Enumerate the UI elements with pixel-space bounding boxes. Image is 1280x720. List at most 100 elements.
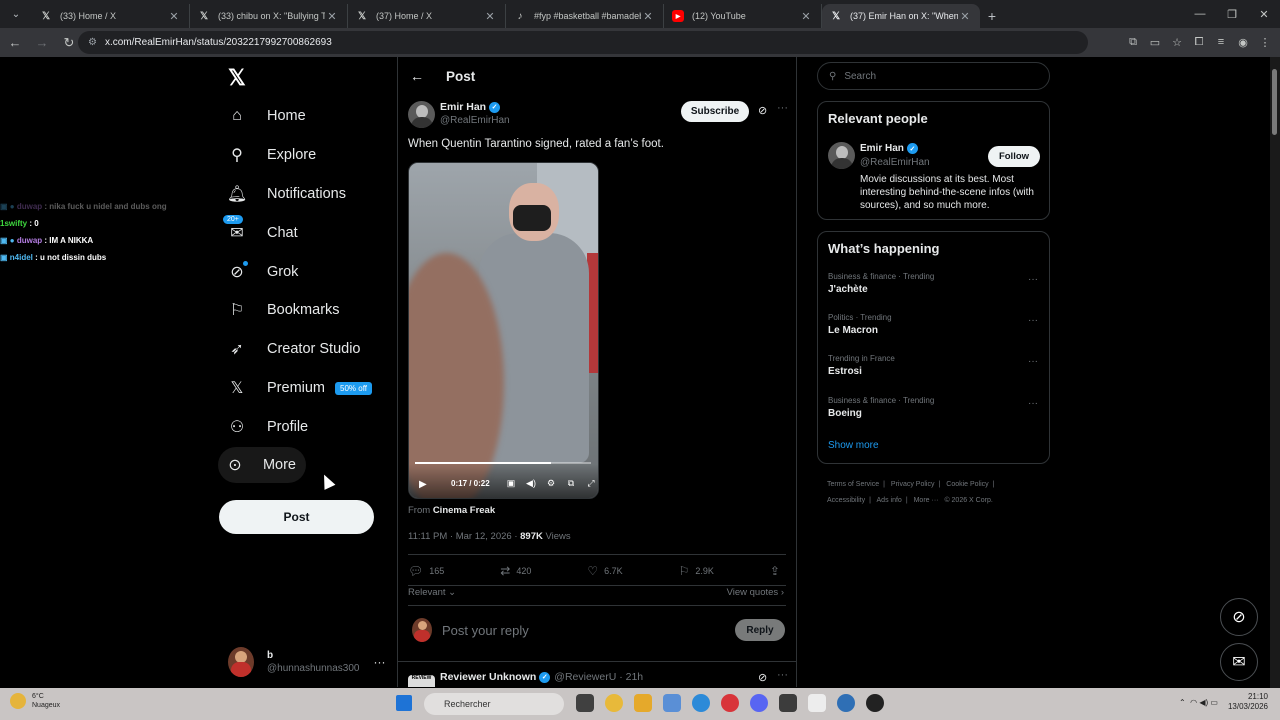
trend-item[interactable]: Trending in France Estrosi ··· — [828, 354, 1040, 377]
video-progress-bar[interactable] — [415, 462, 591, 464]
settings-icon[interactable]: ⚙ — [541, 478, 561, 489]
back-icon[interactable]: ← — [3, 31, 27, 55]
app-icon[interactable] — [866, 694, 884, 712]
grok-icon[interactable]: ⊘ — [758, 104, 767, 117]
new-tab-button[interactable]: + — [980, 4, 1004, 28]
app-icon[interactable] — [779, 694, 797, 712]
person-handle[interactable]: @RealEmirHan — [860, 157, 930, 168]
clock[interactable]: 21:10 13/03/2026 — [1228, 692, 1268, 712]
reply-author-avatar[interactable]: REVIEW — [408, 675, 435, 687]
restore-icon[interactable]: ❐ — [1216, 0, 1248, 28]
close-tab-icon[interactable]: ✕ — [325, 10, 339, 23]
more-options-icon[interactable]: ··· — [1028, 315, 1038, 326]
taskbar-search[interactable]: Rechercher — [424, 693, 564, 715]
task-view-icon[interactable] — [576, 694, 594, 712]
subscribe-button[interactable]: Subscribe — [681, 101, 749, 122]
person-name[interactable]: Emir Han ✓ — [860, 143, 918, 154]
reply-action[interactable]: 💬︎ 165 — [408, 563, 444, 579]
edge-icon[interactable] — [692, 694, 710, 712]
video-player[interactable]: ▶ 0:17 / 0:22 ▣ ◀) ⚙ ⧉ ⤢ — [408, 162, 599, 499]
share-action[interactable]: ⇪ — [770, 563, 786, 579]
scrollbar-thumb[interactable] — [1272, 69, 1277, 135]
more-options-icon[interactable]: ··· — [777, 669, 788, 681]
scrollbar[interactable] — [1270, 57, 1280, 688]
nav-profile[interactable]: ⚇ Profile — [218, 409, 318, 445]
app-icon[interactable] — [837, 694, 855, 712]
close-tab-icon[interactable]: ✕ — [483, 10, 497, 23]
translate-icon[interactable]: ⧉ — [1122, 30, 1144, 54]
site-info-icon[interactable]: ⚙ — [88, 37, 97, 48]
captions-icon[interactable]: ▣ — [501, 478, 521, 489]
tab-0[interactable]: 𝕏 (33) Home / X ✕ — [32, 4, 190, 28]
tab-4[interactable]: ▶ (12) YouTube ✕ — [664, 4, 822, 28]
ads-info-link[interactable]: Ads info — [877, 497, 902, 504]
nav-premium[interactable]: 𝕏 Premium 50% off — [218, 370, 382, 406]
cookie-link[interactable]: Cookie Policy — [946, 481, 988, 488]
grok-icon[interactable]: ⊘ — [758, 671, 767, 684]
nav-home[interactable]: ⌂ Home — [218, 98, 316, 134]
tab-1[interactable]: 𝕏 (33) chibu on X: "Bullying The B ✕ — [190, 4, 348, 28]
terms-link[interactable]: Terms of Service — [827, 481, 879, 488]
post-button[interactable]: Post — [219, 500, 374, 534]
more-link[interactable]: More ··· — [914, 497, 939, 504]
close-tab-icon[interactable]: ✕ — [799, 10, 813, 23]
address-bar[interactable]: ⚙ x.com/RealEmirHan/status/2032217992700… — [78, 31, 1088, 54]
profile-icon[interactable]: ◉ — [1232, 30, 1254, 54]
close-tab-icon[interactable]: ✕ — [958, 10, 972, 23]
privacy-link[interactable]: Privacy Policy — [891, 481, 935, 488]
account-switcher[interactable]: b @hunnashunnas300 ··· — [218, 642, 388, 682]
close-tab-icon[interactable]: ✕ — [641, 10, 655, 23]
nav-notifications[interactable]: 🔔︎ Notifications — [218, 176, 356, 212]
opera-icon[interactable] — [721, 694, 739, 712]
play-icon[interactable]: ▶ — [419, 479, 427, 490]
follow-button[interactable]: Follow — [988, 146, 1040, 167]
sort-dropdown[interactable]: Relevant ⌄ — [408, 587, 456, 598]
accessibility-link[interactable]: Accessibility — [827, 497, 865, 504]
tab-5[interactable]: 𝕏 (37) Emir Han on X: "When Qu ✕ — [822, 4, 980, 28]
reply-post[interactable]: REVIEW Reviewer Unknown ✓ @ReviewerU · 21h… — [408, 669, 788, 687]
x-logo-icon[interactable]: 𝕏 — [228, 65, 258, 90]
person-avatar[interactable] — [828, 142, 855, 169]
more-options-icon[interactable]: ··· — [1028, 356, 1038, 367]
more-options-icon[interactable]: ··· — [1028, 274, 1038, 285]
discord-icon[interactable] — [750, 694, 768, 712]
start-icon[interactable] — [396, 695, 412, 711]
author-name[interactable]: Emir Han ✓ — [440, 101, 501, 113]
post-timestamp[interactable]: 11:11 PM · Mar 12, 2026 · — [408, 531, 517, 542]
chrome-icon[interactable] — [605, 694, 623, 712]
tab-search-icon[interactable]: ⌄ — [4, 4, 28, 24]
back-arrow-icon[interactable]: ← — [410, 68, 426, 84]
close-tab-icon[interactable]: ✕ — [167, 10, 181, 23]
picture-in-picture-icon[interactable]: ⧉ — [561, 478, 581, 489]
trend-item[interactable]: Business & finance · Trending J'achète ·… — [828, 272, 1040, 295]
reply-button[interactable]: Reply — [735, 619, 785, 641]
media-icon[interactable]: ≡ — [1210, 30, 1232, 54]
store-icon[interactable] — [663, 694, 681, 712]
grok-fab-icon[interactable]: ⊘ — [1220, 598, 1258, 636]
weather-widget[interactable]: 6°C Nuageux — [10, 692, 60, 710]
trend-item[interactable]: Politics · Trending Le Macron ··· — [828, 313, 1040, 336]
more-options-icon[interactable]: ··· — [1028, 398, 1038, 409]
extensions-icon[interactable]: ⧠ — [1188, 30, 1210, 54]
file-explorer-icon[interactable] — [634, 694, 652, 712]
like-action[interactable]: ♡ 6.7K — [587, 563, 622, 579]
nav-chat[interactable]: ✉ 20+ Chat — [218, 214, 308, 251]
nav-grok[interactable]: ⊘ Grok — [218, 254, 308, 290]
minimize-icon[interactable]: — — [1184, 0, 1216, 28]
search-input[interactable]: ⚲ Search — [817, 62, 1050, 90]
tab-3[interactable]: ♪ #fyp #basketball #bamadebaye ✕ — [506, 4, 664, 28]
nav-bookmarks[interactable]: ⚐ Bookmarks — [218, 292, 350, 328]
bookmark-action[interactable]: ⚐ 2.9K — [679, 563, 714, 579]
author-handle[interactable]: @RealEmirHan — [440, 115, 510, 126]
bookmark-star-icon[interactable]: ☆ — [1166, 30, 1188, 54]
volume-icon[interactable]: ◀) — [521, 478, 541, 489]
more-options-icon[interactable]: ··· — [777, 102, 788, 114]
fullscreen-icon[interactable]: ⤢ — [581, 478, 598, 489]
nav-more[interactable]: ⊙ More — [218, 447, 306, 483]
wifi-icon[interactable]: ◠ — [1190, 698, 1197, 707]
nav-explore[interactable]: ⚲ Explore — [218, 137, 326, 173]
chevron-up-icon[interactable]: ⌃ — [1179, 698, 1186, 707]
nav-creator-studio[interactable]: ➶ Creator Studio — [218, 331, 371, 367]
author-avatar[interactable] — [408, 101, 435, 128]
forward-icon[interactable]: → — [30, 31, 54, 55]
